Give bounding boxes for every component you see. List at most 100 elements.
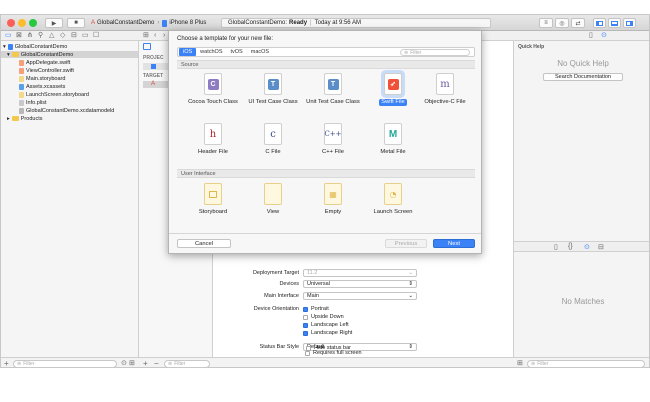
tab-watchos[interactable]: watchOS xyxy=(196,48,226,56)
tree-item-label: GlobalConstantDemo xyxy=(14,43,68,50)
version-editor-button[interactable]: ⇄ xyxy=(571,18,585,28)
toggle-navigator-button[interactable] xyxy=(593,18,606,28)
debug-icon[interactable]: ⊟ xyxy=(71,32,77,40)
project-list-toggle[interactable] xyxy=(143,43,151,50)
toggle-debug-button[interactable] xyxy=(608,18,621,28)
tree-item-file[interactable]: Main.storyboard xyxy=(19,75,65,82)
source-control-icon[interactable]: ⊠ xyxy=(16,32,22,40)
add-icon[interactable]: + xyxy=(4,359,9,367)
deployment-target-popup[interactable]: 11.2 ⌄ xyxy=(303,269,417,277)
report-icon[interactable]: ☐ xyxy=(93,32,99,40)
test-icon[interactable]: ◇ xyxy=(60,32,65,40)
checkbox-unchecked[interactable] xyxy=(303,314,308,320)
back-icon[interactable]: ‹ xyxy=(154,32,156,40)
tree-item-label: Products xyxy=(20,115,43,122)
template-cpp-file[interactable]: C++ C++ File xyxy=(303,123,363,156)
template-label: Metal File xyxy=(380,149,406,155)
template-cocoa-touch-class[interactable]: C Cocoa Touch Class xyxy=(183,73,243,106)
code-snippet-icon[interactable]: {} xyxy=(568,243,573,250)
template-ui-test-case-class[interactable]: T UI Test Case Class xyxy=(243,73,303,106)
orientation-landscape-left[interactable]: Landscape Left xyxy=(303,321,352,329)
tree-item-file[interactable]: AppDelegate.swift xyxy=(19,59,70,66)
c-file-icon: c xyxy=(264,123,282,145)
left-panel-icon xyxy=(596,20,603,26)
tree-item-file[interactable]: Info.plist xyxy=(19,99,46,106)
library-filter-field[interactable]: ⊜ Filter xyxy=(527,360,645,367)
orientation-portrait[interactable]: Portrait xyxy=(303,305,352,313)
tree-item-file[interactable]: ViewController.swift xyxy=(19,67,74,74)
remove-target-icon[interactable]: − xyxy=(154,359,159,367)
template-c-file[interactable]: c C File xyxy=(243,123,303,156)
assistant-editor-button[interactable]: ◎ xyxy=(555,18,569,28)
folder-icon[interactable]: ▭ xyxy=(5,32,12,40)
scm-status-icon[interactable]: ⊞ xyxy=(129,359,135,367)
toggle-utilities-button[interactable] xyxy=(623,18,636,28)
zoom-window-button[interactable] xyxy=(29,19,37,27)
template-storyboard[interactable]: Storyboard xyxy=(183,183,243,216)
app-target-icon: A xyxy=(151,81,156,87)
orientation-landscape-right[interactable]: Landscape Right xyxy=(303,329,352,337)
search-documentation-button[interactable]: Search Documentation xyxy=(543,73,623,81)
forward-icon[interactable]: › xyxy=(163,32,165,40)
tree-item-project[interactable]: ▾ GlobalConstantDemo xyxy=(3,43,67,50)
template-header-file[interactable]: h Header File xyxy=(183,123,243,156)
media-library-icon[interactable]: ⊟ xyxy=(598,243,604,251)
grid-view-icon[interactable]: ⊞ xyxy=(517,359,523,367)
find-icon[interactable]: ⚲ xyxy=(38,32,43,40)
target-filter-field[interactable]: ⊜ Filter xyxy=(164,360,210,367)
clock-glyph: ◔ xyxy=(389,189,397,199)
run-button[interactable]: ▶ xyxy=(45,18,63,28)
recent-files-icon[interactable]: ⊙ xyxy=(121,359,127,367)
issue-icon[interactable]: △ xyxy=(49,32,54,40)
close-window-button[interactable] xyxy=(7,19,15,27)
tab-macos[interactable]: macOS xyxy=(247,48,273,56)
template-view[interactable]: View xyxy=(243,183,303,216)
checkbox-checked[interactable] xyxy=(303,330,308,336)
grid-icon[interactable]: ⊞ xyxy=(143,32,149,40)
devices-popup[interactable]: Universal ⇕ xyxy=(303,280,417,288)
checkbox-checked[interactable] xyxy=(303,306,308,312)
next-button[interactable]: Next xyxy=(433,239,475,248)
breakpoint-icon[interactable]: ▭ xyxy=(82,32,89,40)
cancel-button[interactable]: Cancel xyxy=(177,239,231,248)
tree-item-file[interactable]: LaunchScreen.storyboard xyxy=(19,91,89,98)
add-target-icon[interactable]: + xyxy=(143,359,148,367)
template-swift-file[interactable]: ➶ Swift File xyxy=(363,73,423,106)
device-icon xyxy=(162,19,168,27)
help-circle-icon[interactable]: ⊙ xyxy=(601,32,607,40)
main-interface-combo[interactable]: Main ⌄ xyxy=(303,292,417,300)
template-empty[interactable]: ▦ Empty xyxy=(303,183,363,216)
orientation-options: Portrait Upside Down Landscape Left Land… xyxy=(303,305,352,337)
requires-full-screen-option[interactable]: Requires full screen xyxy=(305,349,362,357)
tree-item-file[interactable]: Assets.xcassets xyxy=(19,83,65,90)
tab-ios[interactable]: iOS xyxy=(179,48,197,56)
checkbox-checked[interactable] xyxy=(303,322,308,328)
navigator-filter-field[interactable]: ⊜ Filter xyxy=(13,360,117,367)
template-launch-screen[interactable]: ◔ Launch Screen xyxy=(363,183,423,216)
status-state: Ready xyxy=(289,20,308,26)
checkbox-unchecked[interactable] xyxy=(305,350,310,356)
minimize-window-button[interactable] xyxy=(18,19,26,27)
template-filter-field[interactable]: ⊜ Filter xyxy=(400,49,470,56)
file-template-icon[interactable]: ▯ xyxy=(554,243,558,251)
badge-glyph: T xyxy=(327,78,339,90)
template-objective-c-file[interactable]: m Objective-C File xyxy=(415,73,475,106)
template-label: Cocoa Touch Class xyxy=(188,99,238,105)
object-library-icon[interactable]: ⊙ xyxy=(584,243,590,251)
tab-tvos[interactable]: tvOS xyxy=(227,48,247,56)
orientation-upside-down[interactable]: Upside Down xyxy=(303,313,352,321)
template-label: Launch Screen xyxy=(373,209,413,215)
tree-item-group[interactable]: ▾ GlobalConstantDemo xyxy=(1,51,138,58)
tree-item-group[interactable]: ▸ Products xyxy=(7,115,42,122)
previous-button[interactable]: Previous xyxy=(385,239,427,248)
quick-help-icon[interactable]: ▯ xyxy=(589,32,593,40)
standard-editor-button[interactable]: ≡ xyxy=(539,18,553,28)
symbol-icon[interactable]: ⋔ xyxy=(27,32,33,40)
template-metal-file[interactable]: M Metal File xyxy=(363,123,423,156)
template-unit-test-case-class[interactable]: T Unit Test Case Class xyxy=(303,73,363,106)
tree-item-file[interactable]: GlobalConstantDemo.xcdatamodeld xyxy=(19,107,114,114)
filter-icon: ⊜ xyxy=(17,361,22,367)
stop-button[interactable]: ■ xyxy=(67,18,85,28)
scheme-selector[interactable]: A GlobalConstantDemo › iPhone 8 Plus xyxy=(91,18,206,28)
template-label: Objective-C File xyxy=(424,99,466,105)
